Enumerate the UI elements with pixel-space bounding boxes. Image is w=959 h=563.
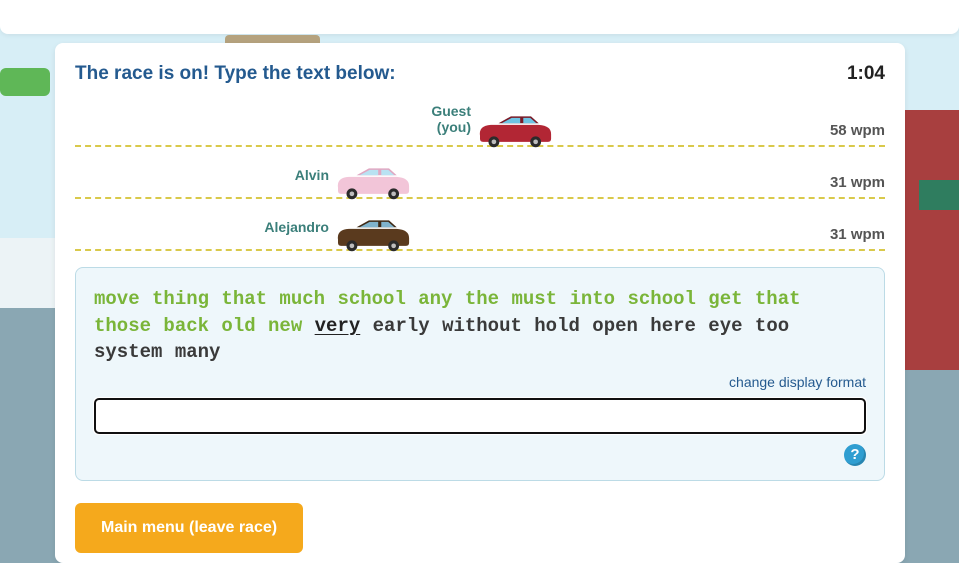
racer-wpm: 31 wpm	[830, 174, 885, 191]
race-track: Alejandro 31 wpm	[75, 201, 885, 251]
race-track: Alvin 31 wpm	[75, 149, 885, 199]
car-icon	[475, 114, 553, 148]
racer-wpm: 31 wpm	[830, 226, 885, 243]
typing-input[interactable]	[94, 398, 866, 434]
racer-car	[333, 218, 411, 252]
bg-green-block	[0, 68, 50, 96]
racer-name: Guest	[431, 103, 471, 119]
current-word: very	[315, 315, 361, 337]
panel-title: The race is on! Type the text below:	[75, 63, 396, 85]
typing-card: move thing that much school any the must…	[75, 267, 885, 481]
typing-text: move thing that much school any the must…	[94, 286, 866, 366]
change-display-format-link[interactable]: change display format	[94, 374, 866, 390]
help-row: ?	[94, 444, 866, 466]
race-tracks: Guest(you) 58 wpmAlvin 31 wpmAlejandro 3…	[75, 97, 885, 251]
main-menu-button[interactable]: Main menu (leave race)	[75, 503, 303, 553]
help-icon[interactable]: ?	[844, 444, 866, 466]
racer-sublabel: (you)	[437, 119, 471, 135]
car-icon	[333, 166, 411, 200]
car-icon	[333, 218, 411, 252]
race-panel: The race is on! Type the text below: 1:0…	[55, 43, 905, 563]
panel-header: The race is on! Type the text below: 1:0…	[75, 63, 885, 85]
bg-books	[919, 180, 959, 210]
racer-car	[333, 166, 411, 200]
racer-label: Guest(you)	[431, 104, 471, 135]
racer-name: Alejandro	[264, 219, 329, 235]
racer-label: Alvin	[295, 168, 329, 183]
race-track: Guest(you) 58 wpm	[75, 97, 885, 147]
racer-wpm: 58 wpm	[830, 122, 885, 139]
race-timer: 1:04	[847, 63, 885, 85]
racer-name: Alvin	[295, 167, 329, 183]
help-glyph: ?	[850, 446, 859, 463]
racer-car	[475, 114, 553, 148]
racer-label: Alejandro	[264, 220, 329, 235]
top-white-bar	[0, 0, 959, 34]
